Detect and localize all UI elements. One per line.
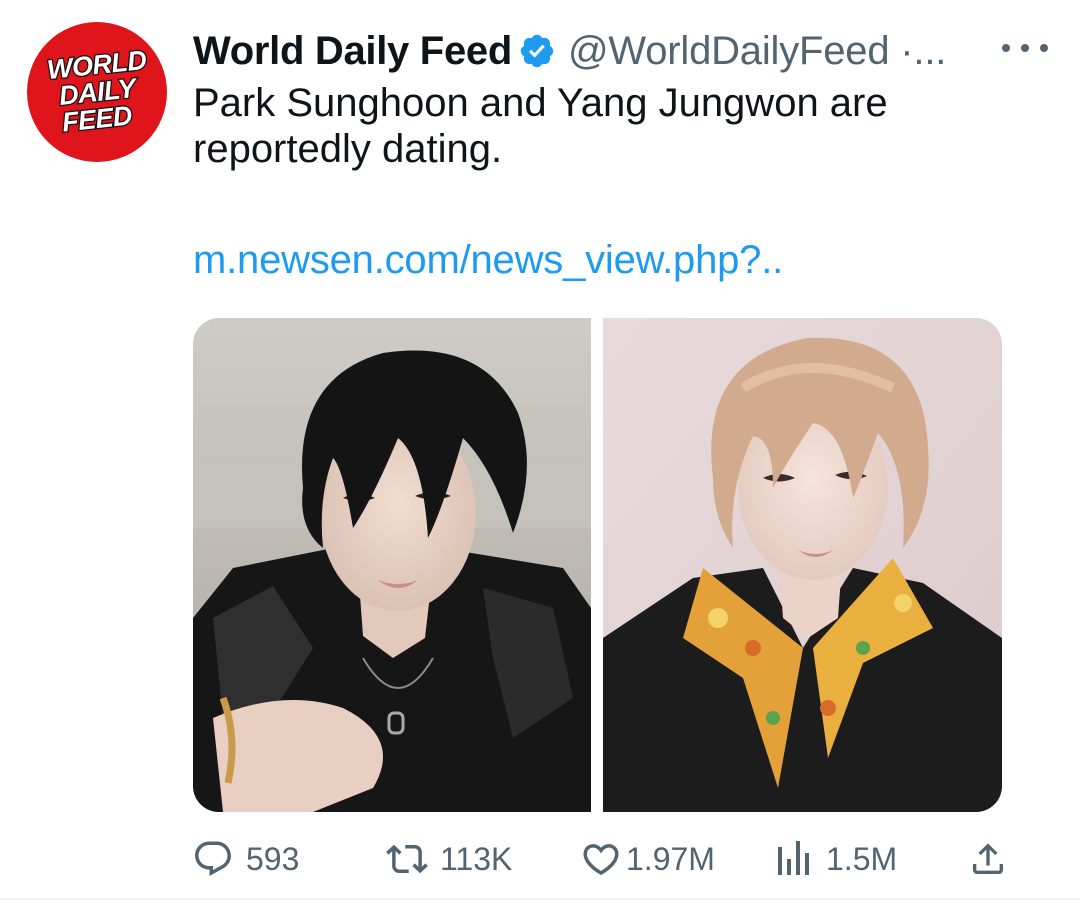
views-count: 1.5M <box>826 840 898 877</box>
tweet: WORLD DAILY FEED World Daily Feed @World… <box>0 0 1080 906</box>
avatar[interactable]: WORLD DAILY FEED <box>27 22 167 162</box>
photo-right[interactable] <box>603 318 1002 812</box>
retweet-button[interactable]: 113K <box>384 834 512 884</box>
tweet-link[interactable]: m.newsen.com/news_view.php?.. <box>193 238 783 283</box>
divider <box>0 898 1080 900</box>
user-handle[interactable]: @WorldDailyFeed ·... <box>568 29 946 74</box>
heart-icon <box>583 844 619 876</box>
media-grid <box>193 318 1003 812</box>
tweet-header: World Daily Feed @WorldDailyFeed ·... <box>193 26 946 76</box>
share-button[interactable] <box>968 834 1008 884</box>
action-bar: 593 113K 1.97M 1.5M <box>0 834 1080 884</box>
retweet-count: 113K <box>440 840 513 877</box>
views-button[interactable]: 1.5M <box>776 834 897 884</box>
share-icon <box>973 843 1003 874</box>
avatar-line-3: FEED <box>59 99 134 139</box>
reply-icon <box>195 841 231 876</box>
display-name[interactable]: World Daily Feed <box>193 29 512 74</box>
reply-count: 593 <box>246 840 300 877</box>
retweet-icon <box>386 844 428 874</box>
tweet-text: Park Sunghoon and Yang Jungwon are repor… <box>193 81 888 171</box>
like-count: 1.97M <box>626 840 715 877</box>
like-button[interactable]: 1.97M <box>580 834 715 884</box>
more-options-icon[interactable] <box>1002 30 1048 66</box>
views-icon <box>778 841 809 875</box>
reply-button[interactable]: 593 <box>192 834 299 884</box>
verified-badge-icon <box>520 34 554 68</box>
photo-left[interactable] <box>193 318 591 812</box>
